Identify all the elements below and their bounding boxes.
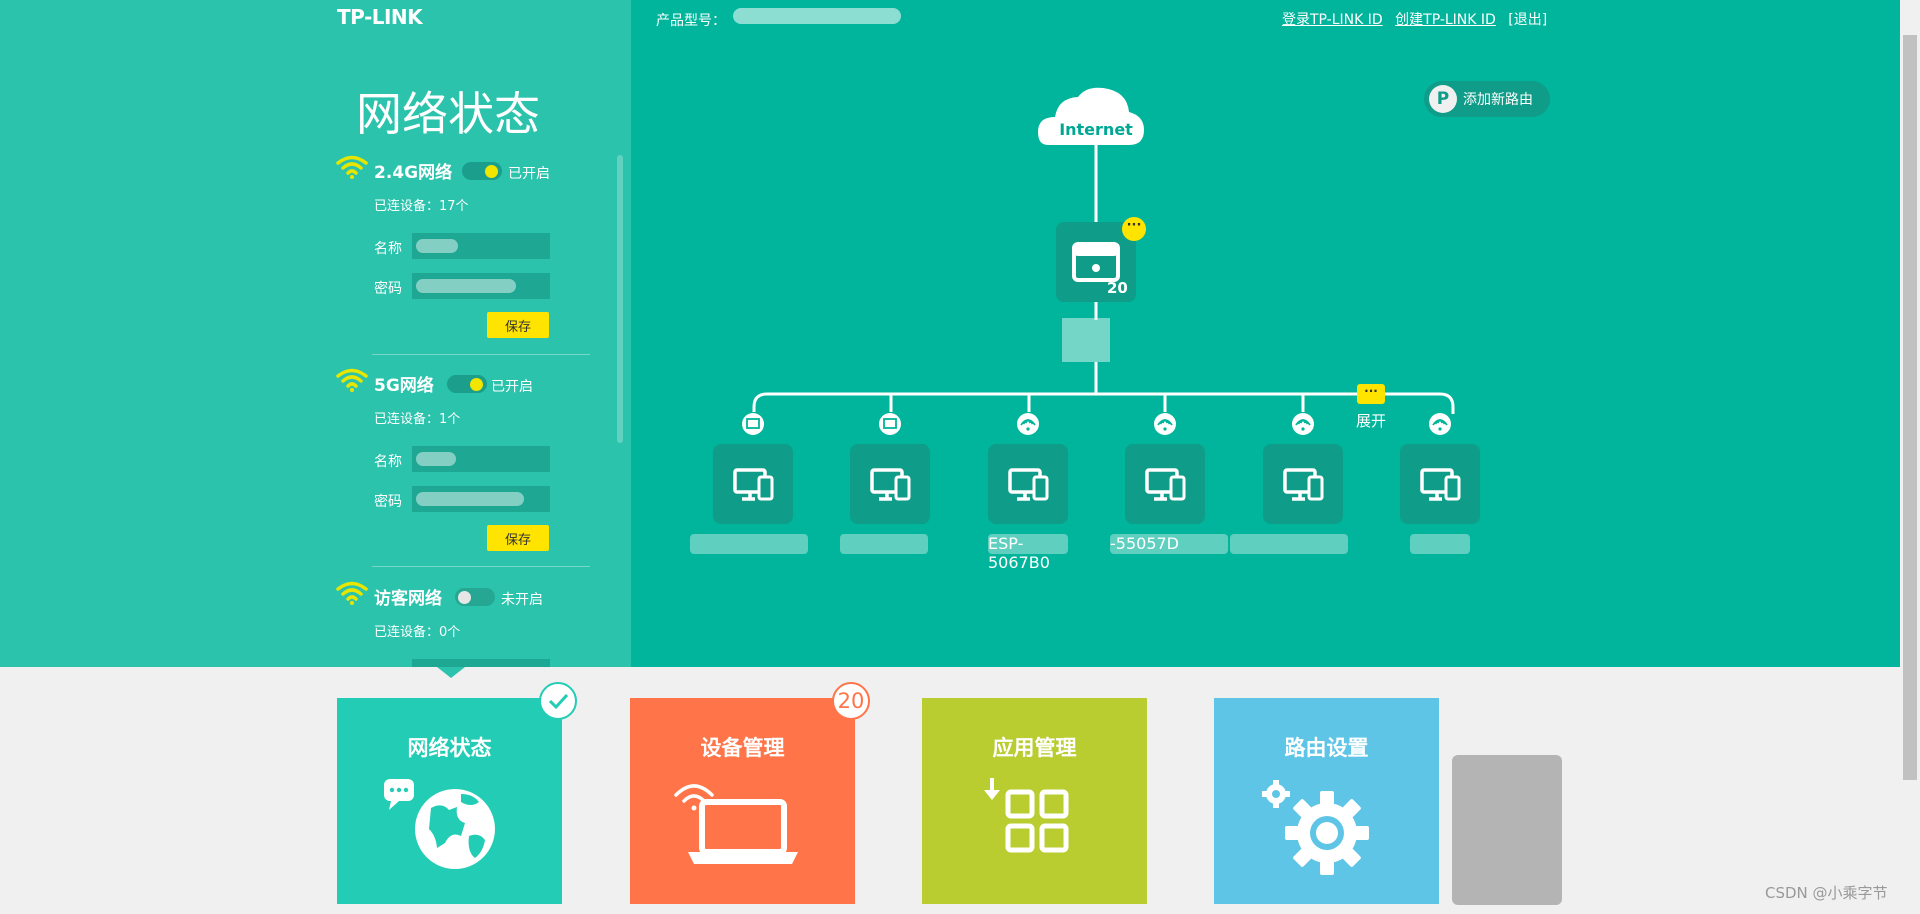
wifi-connection-icon <box>1154 413 1176 435</box>
panel-title: 网络状态 <box>356 87 540 141</box>
wifi-icon <box>336 581 368 605</box>
wired-connection-icon <box>879 413 901 435</box>
wifi-connection-icon <box>1429 413 1451 435</box>
device-name <box>1230 534 1348 554</box>
device-name <box>690 534 808 554</box>
panel-scrollbar[interactable] <box>617 155 623 443</box>
network-2g-toggle[interactable] <box>462 162 502 180</box>
gear-icon <box>1262 780 1369 875</box>
device-node[interactable] <box>1125 444 1205 524</box>
devices-icon <box>733 468 774 501</box>
laptop-icon <box>674 784 798 864</box>
floating-widget <box>1452 755 1562 905</box>
devices-icon <box>1420 468 1461 501</box>
expand-more-icon[interactable]: ··· <box>1357 384 1385 404</box>
network-5g-title: 5G网络 <box>374 376 434 396</box>
device-count-badge: 20 <box>832 682 870 720</box>
globe-icon <box>384 779 495 869</box>
wifi-connection-icon <box>1017 413 1039 435</box>
divider <box>372 354 590 355</box>
tile-app-management[interactable]: 应用管理 <box>922 698 1147 904</box>
device-name <box>1410 534 1470 554</box>
wifi-icon <box>336 155 368 179</box>
watermark: CSDN @小乘字节 <box>1765 884 1888 902</box>
router-device-count: 20 <box>1107 279 1128 297</box>
network-2g: 2.4G网络 已开启 已连设备：17个 名称 密码 保存 <box>335 154 595 338</box>
network-guest-title: 访客网络 <box>374 589 442 609</box>
network-guest-toggle[interactable] <box>455 588 495 606</box>
network-guest: 访客网络 未开启 已连设备：0个 <box>335 580 595 667</box>
password-label: 密码 <box>374 281 402 297</box>
network-2g-title: 2.4G网络 <box>374 163 453 183</box>
network-status-panel: TP-LINK 网络状态 2.4G网络 已开启 已连设备：17个 名称 密码 保… <box>0 0 631 667</box>
wired-connection-icon <box>742 413 764 435</box>
name-label: 名称 <box>374 454 402 470</box>
network-guest-connected: 已连设备：0个 <box>374 625 461 640</box>
router-name <box>1062 318 1110 362</box>
network-5g-name-field[interactable] <box>412 446 550 472</box>
scrollbar-thumb[interactable] <box>1903 35 1917 780</box>
topology-diagram: Internet <box>742 87 1455 435</box>
device-name <box>840 534 928 554</box>
devices-icon <box>870 468 911 501</box>
tile-network-status[interactable]: 网络状态 <box>337 698 562 904</box>
wifi-connection-icon <box>1292 413 1314 435</box>
active-tile-pointer <box>437 667 465 678</box>
network-guest-name-field[interactable] <box>412 659 550 667</box>
device-node[interactable] <box>988 444 1068 524</box>
devices-icon <box>1283 468 1324 501</box>
device-name: ESP-5067B0 <box>988 534 1068 572</box>
device-node[interactable] <box>850 444 930 524</box>
name-label: 名称 <box>374 241 402 257</box>
devices-icon <box>1145 468 1186 501</box>
internet-label: Internet <box>1059 120 1133 139</box>
network-2g-save-button[interactable]: 保存 <box>487 312 549 338</box>
page-scrollbar[interactable] <box>1900 0 1920 914</box>
network-5g-state: 已开启 <box>491 379 533 395</box>
network-2g-state: 已开启 <box>508 166 550 182</box>
password-label: 密码 <box>374 494 402 510</box>
device-name: -55057D <box>1110 534 1228 554</box>
expand-button[interactable]: 展开 <box>1356 410 1386 431</box>
network-5g-password-field[interactable] <box>412 486 550 512</box>
tp-link-logo: TP-LINK <box>337 5 423 29</box>
apps-grid-icon <box>984 778 1069 853</box>
router-more-button[interactable]: ··· <box>1122 217 1146 241</box>
network-5g-save-button[interactable]: 保存 <box>487 525 549 551</box>
wifi-icon <box>336 368 368 392</box>
divider <box>372 566 590 567</box>
device-node[interactable] <box>1263 444 1343 524</box>
network-2g-password-field[interactable] <box>412 273 550 299</box>
tile-device-management[interactable]: 设备管理 <box>630 698 855 904</box>
devices-icon <box>1008 468 1049 501</box>
device-node[interactable] <box>1400 444 1480 524</box>
device-node[interactable] <box>713 444 793 524</box>
network-5g-toggle[interactable] <box>447 375 487 393</box>
tile-network-status-check-icon <box>539 682 577 720</box>
topology-area: TP-LINK 网络状态 2.4G网络 已开启 已连设备：17个 名称 密码 保… <box>0 0 1900 667</box>
network-guest-state: 未开启 <box>501 592 543 608</box>
network-5g: 5G网络 已开启 已连设备：1个 名称 密码 保存 <box>335 367 595 551</box>
tile-router-settings[interactable]: 路由设置 <box>1214 698 1439 904</box>
network-5g-connected: 已连设备：1个 <box>374 412 461 427</box>
network-2g-name-field[interactable] <box>412 233 550 259</box>
network-2g-connected: 已连设备：17个 <box>374 199 469 214</box>
